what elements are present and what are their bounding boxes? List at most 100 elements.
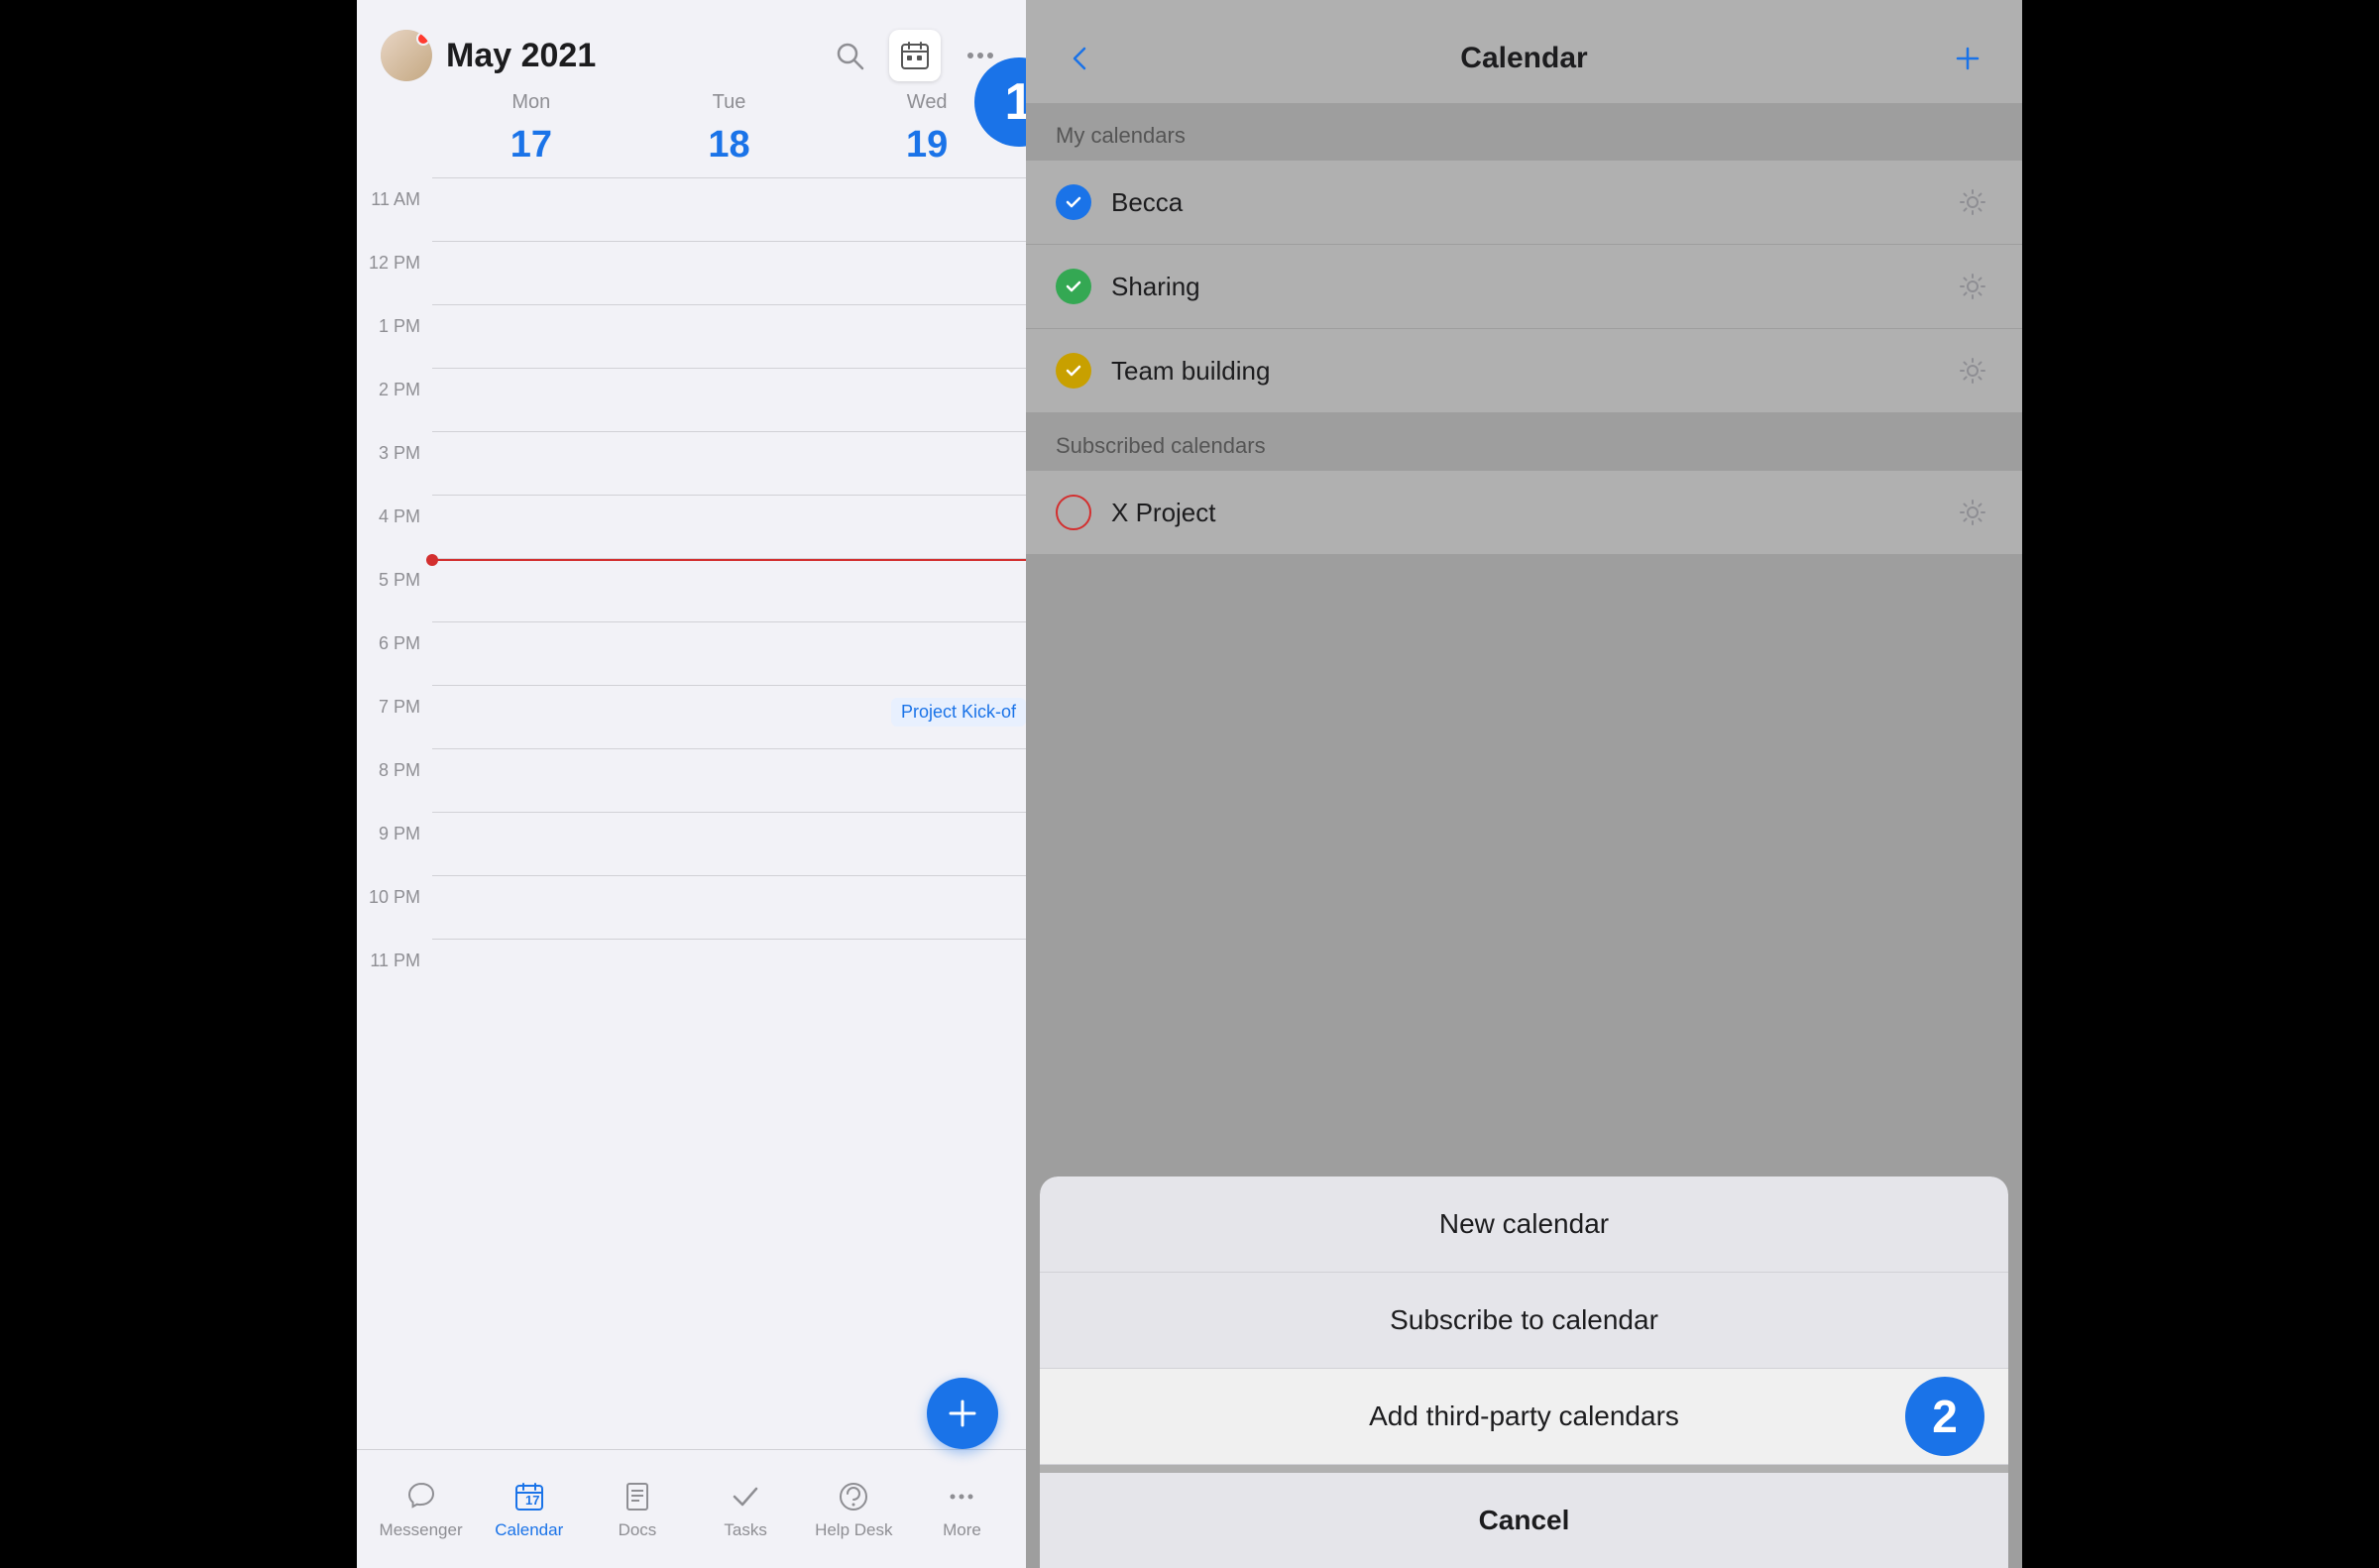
time-cells-9pm (432, 812, 1026, 875)
avatar[interactable] (381, 30, 432, 81)
back-icon (1067, 45, 1094, 72)
search-icon (834, 40, 865, 71)
third-party-label: Add third-party calendars (1369, 1400, 1679, 1431)
day-tuesday[interactable]: Tue 18 (630, 91, 829, 171)
time-label-8pm: 8 PM (357, 738, 432, 802)
time-label-11pm: 11 PM (357, 929, 432, 992)
subscribed-section-label: Subscribed calendars (1026, 413, 2022, 471)
time-row-7pm: 7 PM Project Kick-of (357, 685, 1026, 748)
nav-more[interactable]: More (908, 1479, 1016, 1540)
time-row-10pm: 10 PM (357, 875, 1026, 939)
helpdesk-icon (836, 1479, 871, 1514)
month-title: May 2021 (446, 37, 828, 75)
messenger-icon (403, 1479, 439, 1514)
sharing-label: Sharing (1111, 272, 1953, 302)
nav-messenger[interactable]: Messenger (367, 1479, 475, 1540)
back-button[interactable] (1056, 34, 1105, 83)
day-headers: Mon 17 Tue 18 Wed 19 (357, 91, 1026, 177)
time-label-12pm: 12 PM (357, 231, 432, 294)
time-row-11pm: 11 PM (357, 939, 1026, 1002)
calendar-view-button[interactable] (889, 30, 941, 81)
nav-label-calendar: Calendar (495, 1520, 563, 1540)
calendar-item-xproject[interactable]: X Project (1026, 471, 2022, 555)
time-cells-10pm (432, 875, 1026, 939)
nav-tasks[interactable]: Tasks (692, 1479, 800, 1540)
my-calendars-section-label: My calendars (1026, 103, 2022, 161)
time-label-3pm: 3 PM (357, 421, 432, 485)
time-label-1pm: 1 PM (357, 294, 432, 358)
day-name-mon: Mon (432, 91, 630, 114)
third-party-calendar-option[interactable]: Add third-party calendars 2 (1040, 1369, 2008, 1465)
time-cells-3pm (432, 431, 1026, 495)
docs-icon (620, 1479, 655, 1514)
time-row-4pm: 4 PM (357, 495, 1026, 558)
gear-icon-becca (1958, 187, 1987, 217)
calendar-item-becca[interactable]: Becca (1026, 161, 2022, 245)
add-calendar-button[interactable] (1943, 34, 1992, 83)
current-time-dot (426, 554, 438, 566)
time-cells-11am (432, 177, 1026, 241)
tasks-icon (728, 1479, 763, 1514)
time-row-12pm: 12 PM (357, 241, 1026, 304)
action-sheet-inner: New calendar Subscribe to calendar Add t… (1040, 1176, 2008, 1568)
new-calendar-option[interactable]: New calendar (1040, 1176, 2008, 1273)
time-cells-6pm (432, 621, 1026, 685)
sharing-settings-button[interactable] (1953, 267, 1992, 306)
nav-label-helpdesk: Help Desk (815, 1520, 892, 1540)
time-row-9pm: 9 PM (357, 812, 1026, 875)
time-row-6pm: 6 PM (357, 621, 1026, 685)
time-row-3pm: 3 PM (357, 431, 1026, 495)
time-row-11am: 11 AM (357, 177, 1026, 241)
nav-docs[interactable]: Docs (583, 1479, 691, 1540)
time-label-5pm: 5 PM (357, 548, 432, 612)
add-event-fab[interactable] (927, 1378, 998, 1449)
nav-helpdesk[interactable]: Help Desk (800, 1479, 908, 1540)
teambuilding-settings-button[interactable] (1953, 351, 1992, 391)
nav-calendar[interactable]: 17 Calendar (475, 1479, 583, 1540)
event-chip-project-kickoff[interactable]: Project Kick-of (891, 698, 1026, 727)
check-icon-teambuilding (1064, 361, 1083, 381)
gear-icon-xproject (1958, 498, 1987, 527)
more-dots-icon (966, 42, 994, 69)
nav-label-docs: Docs (619, 1520, 657, 1540)
calendar-panel: May 2021 (357, 0, 1026, 1568)
time-cells-12pm (432, 241, 1026, 304)
current-time-indicator (432, 559, 1026, 561)
new-calendar-label: New calendar (1439, 1208, 1609, 1239)
time-row-1pm: 1 PM (357, 304, 1026, 368)
time-label-2pm: 2 PM (357, 358, 432, 421)
nav-label-messenger: Messenger (380, 1520, 463, 1540)
calendar-item-teambuilding[interactable]: Team building (1026, 329, 2022, 413)
time-label-6pm: 6 PM (357, 612, 432, 675)
teambuilding-check (1056, 353, 1091, 389)
becca-check (1056, 184, 1091, 220)
time-cells-11pm (432, 939, 1026, 1002)
time-label-9pm: 9 PM (357, 802, 432, 865)
cancel-option[interactable]: Cancel (1040, 1465, 2008, 1568)
nav-label-more: More (943, 1520, 981, 1540)
day-number-17: 17 (505, 118, 558, 171)
becca-settings-button[interactable] (1953, 182, 1992, 222)
bottom-nav: Messenger 17 Calendar (357, 1449, 1026, 1568)
subscribe-calendar-option[interactable]: Subscribe to calendar (1040, 1273, 2008, 1369)
cancel-label: Cancel (1479, 1505, 1570, 1535)
calendar-panel-title: Calendar (1105, 42, 1943, 75)
calendar-nav-icon: 17 (511, 1479, 547, 1514)
time-cells-4pm (432, 495, 1026, 558)
calendar-item-sharing[interactable]: Sharing (1026, 245, 2022, 329)
day-monday[interactable]: Mon 17 (432, 91, 630, 171)
time-grid: 11 AM 12 PM 1 PM 2 PM 3 PM (357, 177, 1026, 1449)
calendar-view-icon (899, 40, 931, 71)
time-cells-8pm (432, 748, 1026, 812)
teambuilding-label: Team building (1111, 356, 1953, 387)
search-button[interactable] (828, 34, 871, 77)
header-icons (828, 30, 1002, 81)
time-row-8pm: 8 PM (357, 748, 1026, 812)
subscribe-label: Subscribe to calendar (1390, 1304, 1658, 1335)
time-cells-5pm (432, 558, 1026, 621)
step-badge-2: 2 (1905, 1377, 1984, 1456)
xproject-settings-button[interactable] (1953, 493, 1992, 532)
plus-add-icon (1954, 45, 1982, 72)
time-cells-1pm (432, 304, 1026, 368)
time-cells-2pm (432, 368, 1026, 431)
